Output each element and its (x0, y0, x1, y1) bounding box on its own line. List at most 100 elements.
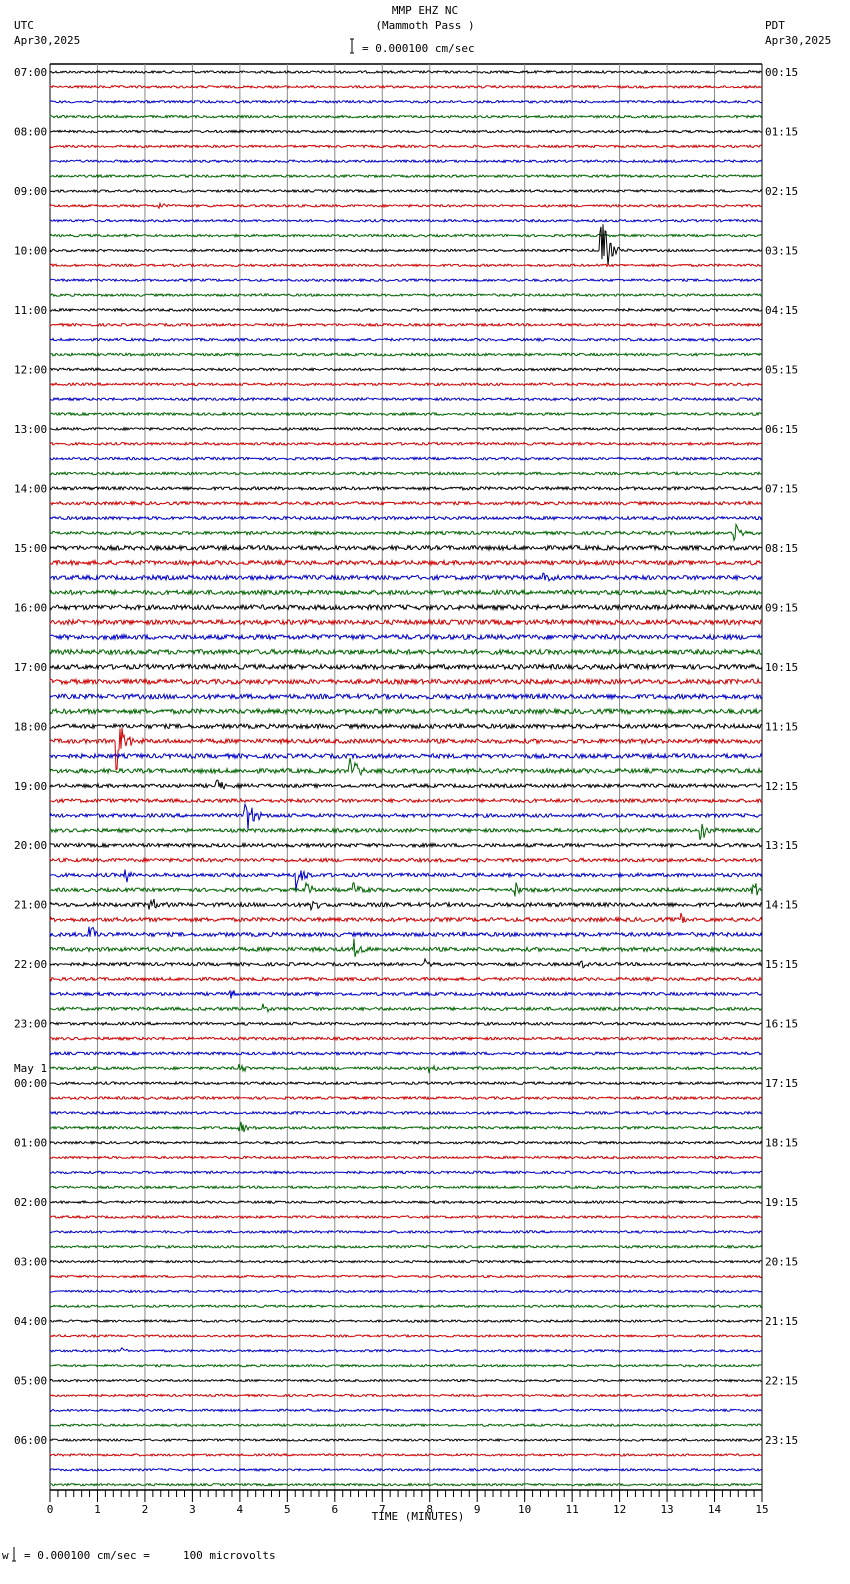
utc-hour-label: 18:00 (14, 720, 47, 733)
seismic-trace (49, 558, 763, 567)
footer-scale-icon (12, 1547, 16, 1562)
seismic-trace (49, 1467, 763, 1473)
date-change-label: May 1 (14, 1062, 47, 1075)
seismic-trace (49, 1140, 763, 1146)
utc-hour-label: 06:00 (14, 1434, 47, 1447)
seismic-trace (49, 396, 763, 402)
pdt-time-label: 03:15 (765, 244, 798, 257)
seismic-trace (49, 1063, 763, 1074)
utc-hour-label: 04:00 (14, 1315, 47, 1328)
x-tick-label: 10 (518, 1503, 531, 1516)
seismic-trace (49, 1021, 763, 1027)
seismic-trace (49, 173, 763, 179)
utc-hour-label: 05:00 (14, 1375, 47, 1388)
pdt-time-label: 20:15 (765, 1256, 798, 1269)
seismic-trace (49, 1229, 763, 1235)
seismic-trace (49, 938, 763, 958)
seismic-trace (49, 1121, 763, 1133)
utc-hour-label: 02:00 (14, 1196, 47, 1209)
seismic-trace (49, 307, 763, 313)
x-tick-label: 0 (47, 1503, 54, 1516)
seismic-trace (49, 426, 763, 432)
seismic-trace (49, 779, 763, 790)
pdt-time-label: 14:15 (765, 899, 798, 912)
seismic-trace (49, 603, 763, 612)
seismic-trace (49, 898, 763, 912)
right-timezone: PDT (765, 19, 785, 32)
seismic-trace (49, 926, 763, 939)
pdt-time-label: 06:15 (765, 423, 798, 436)
seismic-trace (49, 1363, 763, 1368)
utc-hour-label: 16:00 (14, 601, 47, 614)
pdt-time-label: 05:15 (765, 363, 798, 376)
seismic-trace (49, 99, 763, 104)
seismic-trace (49, 322, 763, 328)
utc-hour-label: 20:00 (14, 839, 47, 852)
seismic-trace (49, 158, 763, 164)
seismic-trace (49, 337, 763, 343)
utc-hour-label: 13:00 (14, 423, 47, 436)
seismic-trace (49, 455, 763, 462)
seismic-trace (49, 218, 763, 223)
x-tick-label: 13 (660, 1503, 673, 1516)
seismic-trace (49, 692, 763, 701)
seismic-trace (49, 441, 763, 447)
seismic-trace (49, 1482, 763, 1487)
seismic-trace (49, 381, 763, 387)
seismic-trace (49, 1155, 762, 1160)
seismic-trace (49, 912, 763, 924)
seismic-trace (49, 617, 763, 627)
seismic-trace (49, 1422, 763, 1428)
pdt-time-label: 08:15 (765, 542, 798, 555)
utc-hour-label: 01:00 (14, 1137, 47, 1150)
seismic-trace (49, 662, 763, 671)
seismic-trace (49, 84, 763, 90)
scale-bar-icon (350, 38, 354, 54)
traces (49, 69, 763, 1487)
seismic-trace (49, 1347, 763, 1354)
seismic-trace (49, 485, 763, 492)
pdt-time-label: 16:15 (765, 1018, 798, 1031)
utc-hour-label: 23:00 (14, 1018, 47, 1031)
seismic-trace (49, 224, 763, 266)
station-name: (Mammoth Pass ) (375, 19, 474, 32)
x-tick-label: 5 (284, 1503, 291, 1516)
seismic-trace (49, 1169, 763, 1175)
seismic-trace (49, 1452, 763, 1458)
pdt-time-label: 15:15 (765, 958, 798, 971)
seismic-trace (49, 515, 763, 522)
utc-hour-label: 15:00 (14, 542, 47, 555)
x-tick-label: 12 (613, 1503, 626, 1516)
seismic-trace (49, 188, 763, 194)
x-tick-label: 6 (331, 1503, 338, 1516)
seismic-trace (49, 1318, 763, 1324)
seismic-trace (49, 757, 763, 777)
utc-hour-label: 08:00 (14, 125, 47, 138)
seismic-trace (49, 69, 763, 75)
seismic-trace (49, 1304, 763, 1309)
seismic-trace (49, 522, 763, 543)
pdt-time-label: 21:15 (765, 1315, 798, 1328)
seismic-trace (49, 233, 763, 239)
seismic-trace (49, 500, 763, 507)
pdt-time-label: 04:15 (765, 304, 798, 317)
seismic-trace (49, 1035, 763, 1042)
seismic-trace (49, 707, 763, 716)
seismic-trace (49, 797, 763, 804)
seismic-trace (49, 677, 763, 686)
seismic-trace (49, 572, 763, 583)
seismic-trace (49, 989, 763, 999)
helicorder-plot: MMP EHZ NC (Mammoth Pass ) UTC Apr30,202… (2, 4, 831, 1562)
seismic-trace (49, 1244, 763, 1250)
seismic-trace (49, 1378, 763, 1383)
seismic-trace (49, 823, 763, 840)
pdt-time-label: 11:15 (765, 720, 798, 733)
seismic-trace (49, 647, 763, 657)
seismic-trace (49, 1110, 763, 1116)
seismic-trace (49, 1080, 763, 1086)
x-tick-label: 3 (189, 1503, 196, 1516)
pdt-time-label: 09:15 (765, 601, 798, 614)
pdt-time-label: 22:15 (765, 1375, 798, 1388)
seismic-trace (49, 1333, 763, 1339)
seismic-trace (49, 1408, 763, 1413)
